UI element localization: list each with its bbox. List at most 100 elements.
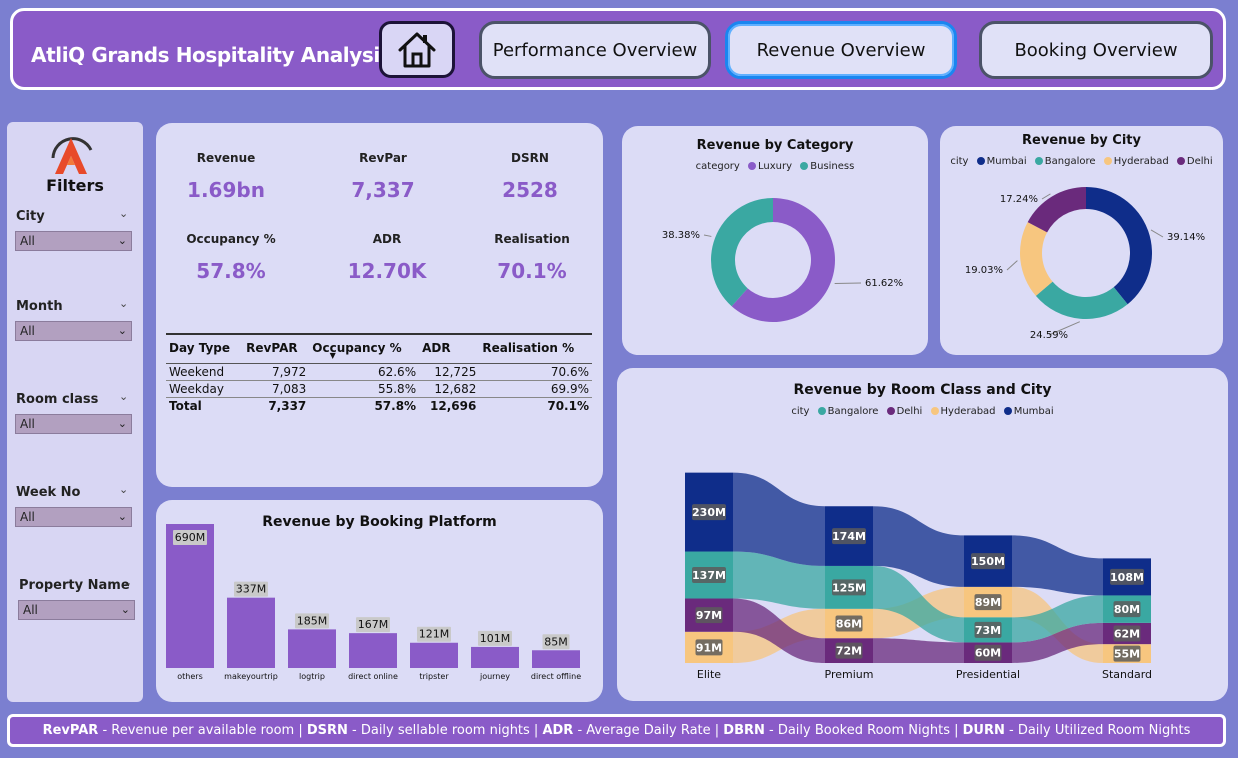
glossary-def: - Daily Booked Room Nights |	[764, 723, 963, 738]
x-tick-label: direct online	[348, 672, 398, 681]
filters-panel: Filters City ⌄ All ⌄ Month ⌄ All ⌄ Room cl…	[7, 122, 143, 702]
tab-booking-overview[interactable]: Booking Overview	[979, 21, 1213, 79]
segment-value-label: 150M	[971, 555, 1005, 568]
chevron-down-icon[interactable]: ⌄	[119, 483, 128, 496]
filter-month-select[interactable]: All ⌄	[15, 321, 132, 341]
slice-label: 39.14%	[1167, 232, 1205, 243]
bar-value-label: 121M	[419, 628, 450, 641]
tab-performance-overview[interactable]: Performance Overview	[479, 21, 711, 79]
table-cell: 62.6%	[309, 363, 420, 381]
x-tick-label: Standard	[1102, 668, 1152, 681]
bar-value-label: 185M	[297, 614, 328, 627]
glossary-def: - Daily Utilized Room Nights	[1004, 723, 1191, 738]
chevron-down-icon[interactable]: ⌄	[119, 390, 128, 403]
segment-value-label: 108M	[1110, 571, 1144, 584]
bar-value-label: 337M	[236, 583, 267, 596]
filter-week-no-select[interactable]: All ⌄	[15, 507, 132, 527]
column-header[interactable]: Realisation %	[479, 333, 592, 364]
kpi-revenue-value: 1.69bn	[187, 178, 265, 202]
chevron-down-icon[interactable]: ⌄	[123, 576, 132, 589]
segment-value-label: 89M	[975, 596, 1001, 609]
column-header[interactable]: RevPAR	[243, 333, 310, 364]
kpi-realisation-value: 70.1%	[497, 259, 567, 283]
filter-property-name-select[interactable]: All ⌄	[18, 600, 135, 620]
filter-week-no-value: All	[20, 510, 35, 524]
glossary-def: - Daily sellable room nights |	[347, 723, 543, 738]
slice-label: 38.38%	[662, 230, 700, 241]
kpi-occupancy-value: 57.8%	[196, 259, 266, 283]
x-tick-label: makeyourtrip	[224, 672, 278, 681]
table-cell: Weekday	[166, 380, 244, 398]
glossary-def: - Revenue per available room |	[98, 723, 307, 738]
x-tick-label: Premium	[825, 668, 874, 681]
column-header[interactable]: Day Type	[166, 333, 244, 364]
kpi-revpar-label: RevPar	[359, 151, 407, 165]
x-tick-label: journey	[479, 672, 510, 681]
segment-value-label: 97M	[696, 609, 722, 622]
table-cell: 69.9%	[479, 380, 592, 398]
segment-value-label: 73M	[975, 624, 1001, 637]
revenue-by-category-chart: 61.62% 38.38%	[662, 198, 903, 322]
booking-platform-chart: 690M others 337M makeyourtrip 185M logtrip 167…	[166, 524, 581, 681]
x-tick-label: Elite	[697, 668, 721, 681]
kpi-occupancy-label: Occupancy %	[186, 232, 276, 246]
ribbon	[873, 638, 964, 663]
table-cell: 12,682	[419, 380, 480, 398]
leader-line	[834, 282, 862, 285]
bar-value-label: 690M	[175, 531, 206, 544]
bar	[227, 597, 275, 668]
x-tick-label: Presidential	[956, 668, 1020, 681]
chevron-down-icon[interactable]: ⌄	[119, 207, 128, 220]
filter-week-no-label: Week No	[16, 485, 81, 500]
kpi-dsrn-label: DSRN	[511, 151, 549, 165]
filter-room-class-select[interactable]: All ⌄	[15, 414, 132, 434]
filter-property-name-value: All	[23, 603, 38, 617]
filter-month-label: Month	[16, 299, 63, 314]
segment-value-label: 86M	[836, 618, 862, 631]
table-cell: 12,696	[430, 399, 477, 413]
segment-value-label: 137M	[692, 569, 726, 582]
leader-line	[1006, 260, 1018, 271]
table-row: Weekday 7,083 55.8% 12,682 69.9%	[166, 380, 592, 398]
kpi-panel: Revenue 1.69bn RevPar 7,337 DSRN 2528 Oc…	[156, 123, 603, 487]
segment-value-label: 174M	[832, 530, 866, 543]
home-button[interactable]	[379, 21, 455, 78]
x-tick-label: direct offline	[531, 672, 581, 681]
table-cell: 12,725	[419, 363, 480, 381]
x-tick-label: others	[177, 672, 202, 681]
leader-line	[1150, 229, 1164, 238]
donut-slice	[711, 198, 773, 307]
table-header-row: Day Type RevPAR Occupancy % ▼ ADR Realisa…	[166, 333, 592, 364]
segment-value-label: 91M	[696, 641, 722, 654]
slice-label: 17.24%	[1000, 194, 1038, 205]
column-header[interactable]: Occupancy % ▼	[309, 333, 420, 364]
segment-value-label: 72M	[836, 645, 862, 658]
chevron-down-icon: ⌄	[117, 417, 127, 430]
bar	[349, 633, 397, 668]
tab-revenue-overview[interactable]: Revenue Overview	[725, 21, 957, 79]
column-header[interactable]: ADR	[419, 333, 480, 364]
glossary-def: - Average Daily Rate |	[573, 723, 724, 738]
table-row: Weekend 7,972 62.6% 12,725 70.6%	[166, 363, 592, 381]
glossary-term: DBRN	[723, 723, 765, 738]
ribbon	[733, 472, 825, 566]
segment-value-label: 125M	[832, 581, 866, 594]
leader-line	[1041, 193, 1051, 200]
chevron-down-icon[interactable]: ⌄	[119, 297, 128, 310]
bar-value-label: 85M	[544, 635, 568, 648]
slice-label: 24.59%	[1030, 330, 1068, 341]
ribbon	[1012, 535, 1103, 596]
chevron-down-icon: ⌄	[117, 234, 127, 247]
table-cell: Total	[169, 399, 202, 413]
x-tick-label: tripster	[419, 672, 449, 681]
atliq-logo	[51, 137, 93, 174]
filters-title: Filters	[46, 176, 104, 195]
table-cell: 7,083	[243, 380, 310, 398]
x-tick-label: logtrip	[299, 672, 325, 681]
filter-property-name-label: Property Name	[19, 578, 130, 593]
kpi-revenue-label: Revenue	[196, 151, 256, 165]
table-cell: Weekend	[166, 363, 244, 381]
bar	[166, 524, 214, 668]
filter-city-select[interactable]: All ⌄	[15, 231, 132, 251]
day-type-table: Day Type RevPAR Occupancy % ▼ ADR Realisa…	[166, 333, 592, 414]
